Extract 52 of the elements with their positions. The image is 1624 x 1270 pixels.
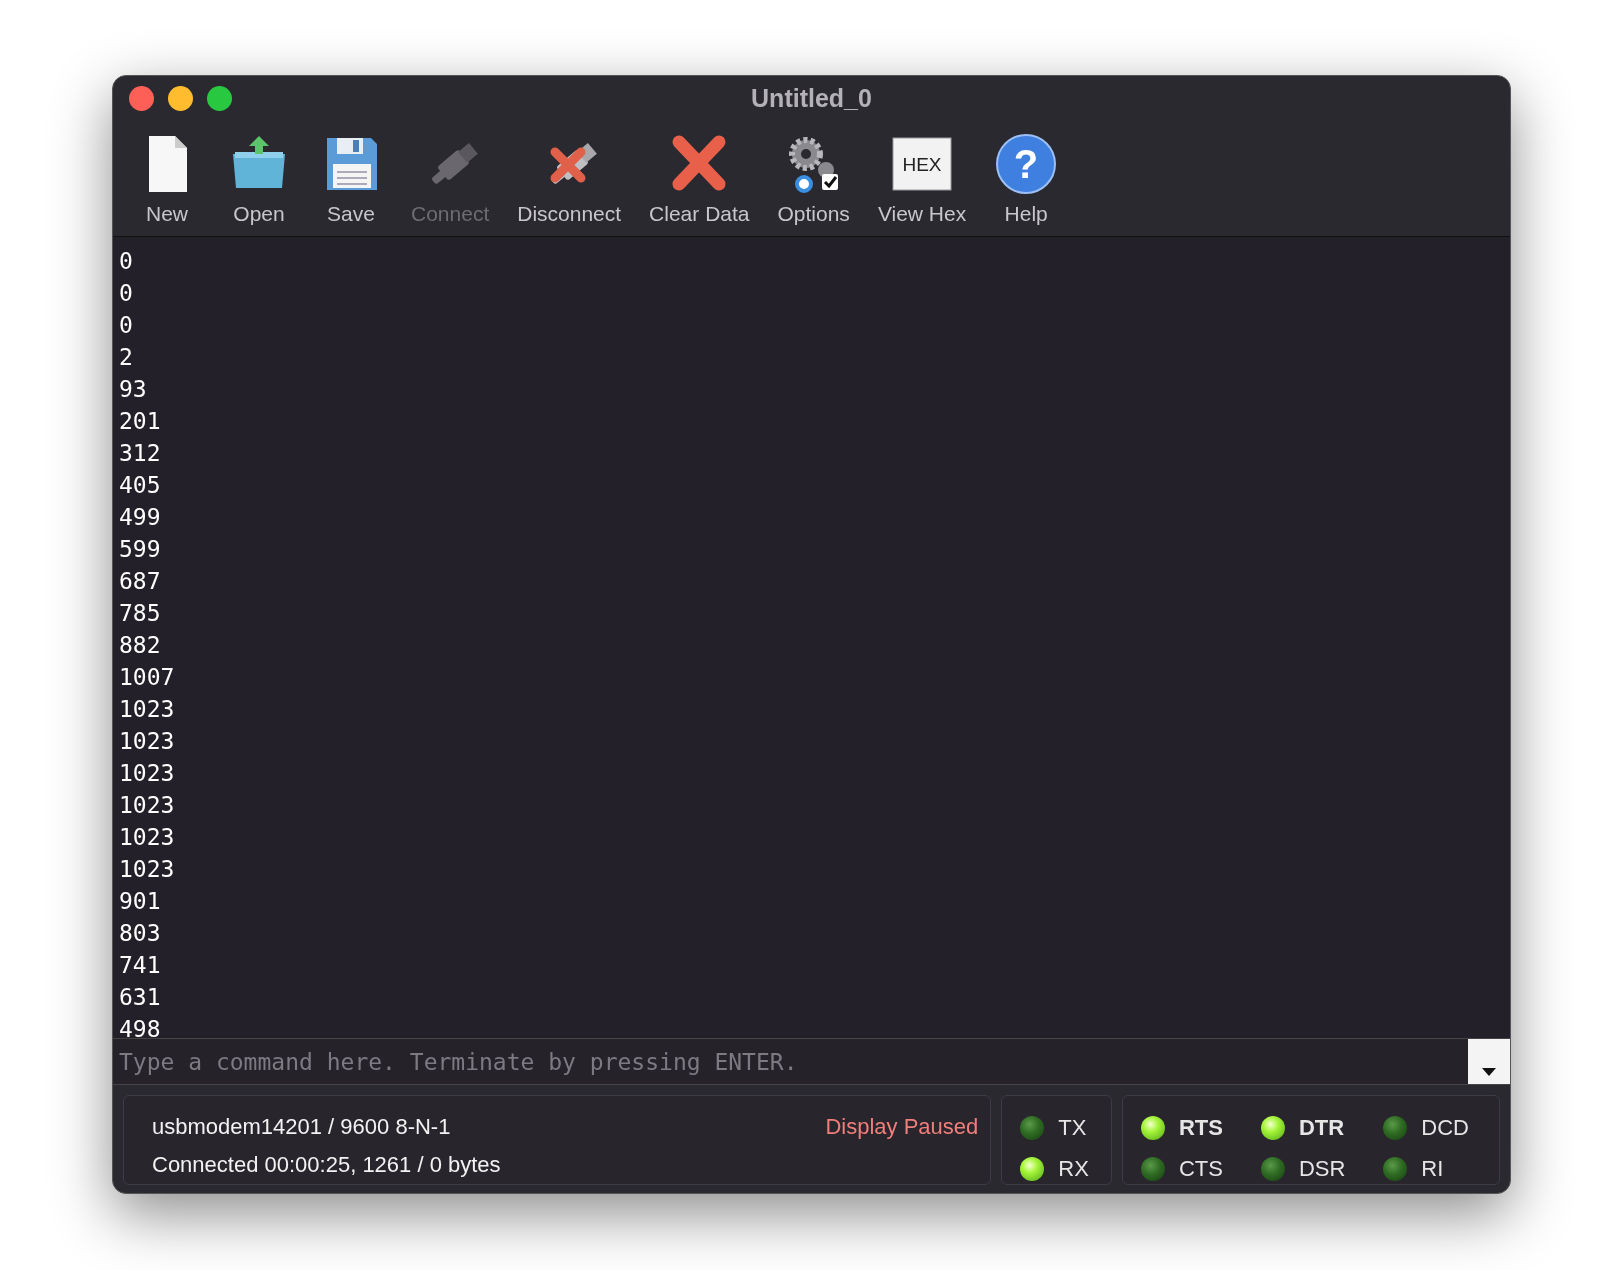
signal-label: TX [1058,1114,1087,1141]
signal-label: RX [1058,1155,1089,1182]
output-line: 1007 [119,663,175,692]
output-line: 1023 [119,855,175,884]
port-settings: usbmodem14201 / 9600 8-N-1 [152,1114,451,1140]
output-line: 1023 [119,823,175,852]
close-button[interactable] [129,85,154,111]
toolbar-button[interactable]: Disconnect [503,132,636,236]
connection-info: Connected 00:00:25, 1261 / 0 bytes [152,1152,501,1178]
zoom-button[interactable] [207,85,232,111]
output-line: 1023 [119,727,175,756]
help-icon: ? [994,132,1059,196]
toolbar-button[interactable]: Open [213,132,305,236]
output-line: 0 [119,311,133,340]
toolbar-button[interactable]: Options [763,132,864,236]
output-line: 0 [119,279,133,308]
output-line: 499 [119,503,161,532]
command-field[interactable]: Type a command here. Terminate by pressing ENTER. [113,1039,1468,1084]
signal-label: DCD [1421,1114,1469,1141]
output-line: 687 [119,567,161,596]
signal-label: RI [1421,1155,1444,1182]
signal-label: DSR [1298,1155,1346,1182]
output-line: 0 [119,247,133,276]
toolbar-button[interactable]: New [121,132,213,236]
output-line: 882 [119,631,161,660]
output-line: 741 [119,951,161,980]
toolbar-button[interactable]: Save [305,132,397,236]
signal-label: DTR [1298,1114,1345,1141]
window-title: Untitled_0 [751,84,872,113]
output-line: 1023 [119,759,175,788]
output-line: 498 [119,1015,161,1038]
output-line: 1023 [119,791,175,820]
output-line: 785 [119,599,161,628]
signal-label: RTS [1178,1114,1223,1141]
output-line: 1023 [119,695,175,724]
minimize-button[interactable] [168,85,193,111]
toolbar-button[interactable]: HEX View Hex [863,132,981,236]
output-line: 599 [119,535,161,564]
display-paused-label: Display Paused [825,1114,979,1140]
toolbar-button[interactable]: Clear Data [635,132,764,236]
output-line: 405 [119,471,161,500]
output-line: 93 [119,375,147,404]
caret-icon [1482,1068,1496,1076]
output-line: 803 [119,919,161,948]
output-line: 631 [119,983,161,1012]
output-line: 2 [119,343,133,372]
dropdown-button[interactable] [1468,1039,1510,1084]
output-line: 201 [119,407,161,436]
signal-label: CTS [1178,1155,1223,1182]
output-line: 901 [119,887,161,916]
output-line: 312 [119,439,161,468]
toolbar-button[interactable]: ? Help [980,132,1073,236]
